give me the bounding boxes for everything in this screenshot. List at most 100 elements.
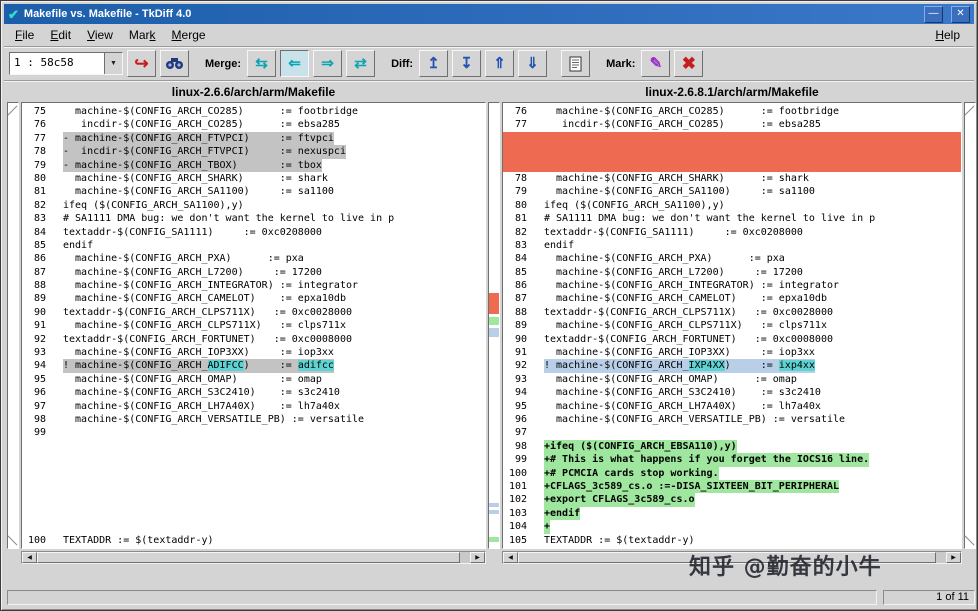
- left-vertical-scrollbar[interactable]: [7, 102, 19, 549]
- right-arrow-icon: ⇒: [321, 55, 334, 72]
- diff-line: 93 machine-$(CONFIG_ARCH_OMAP) := omap: [514, 373, 797, 385]
- diff-count-indicator: 1 of 11: [883, 590, 975, 605]
- diff-line: 100 +# PCMCIA cards stop working.: [508, 466, 719, 480]
- set-mark-button[interactable]: ✎: [641, 50, 671, 77]
- diff-line: 97 machine-$(CONFIG_ARCH_LH7A40X) := lh7…: [33, 400, 340, 412]
- previous-diff-button[interactable]: ⇑: [485, 50, 515, 77]
- menu-edit[interactable]: Edit: [42, 25, 79, 45]
- diff-map[interactable]: [488, 102, 500, 549]
- map-add-marker: [489, 317, 499, 325]
- scroll-left-icon[interactable]: ◀: [22, 552, 37, 563]
- diff-line: 92! machine-$(CONFIG_ARCH_IXP4XX) := ixp…: [514, 359, 815, 373]
- map-change-marker: [489, 503, 499, 507]
- diff-line: 80 ifeq ($(CONFIG_ARCH_SA1100),y): [514, 199, 725, 211]
- up-arrow-icon: ⇑: [493, 55, 506, 72]
- titlebar: ✔ Makefile vs. Makefile - TkDiff 4.0 — ✕: [4, 4, 974, 24]
- down-arrow-icon: ⇓: [526, 55, 539, 72]
- view-indicator: [964, 535, 975, 546]
- mark-label: Mark:: [606, 57, 636, 70]
- diff-line: 79 machine-$(CONFIG_ARCH_SA1100) := sa11…: [514, 186, 815, 198]
- diff-line: 94! machine-$(CONFIG_ARCH_ADIFCC) := adi…: [33, 359, 334, 373]
- close-button[interactable]: ✕: [951, 5, 970, 23]
- next-diff-button[interactable]: ⇓: [518, 50, 548, 77]
- diff-line: 91 machine-$(CONFIG_ARCH_IOP3XX) := iop3…: [514, 347, 815, 359]
- diff-line: 89 machine-$(CONFIG_ARCH_CAMELOT) := epx…: [33, 293, 346, 305]
- watermark: 知乎 @勤奋的小牛: [689, 555, 882, 580]
- merge-right-button[interactable]: ⇒: [313, 50, 343, 77]
- diff-line: 86 machine-$(CONFIG_ARCH_INTEGRATOR) := …: [514, 280, 840, 292]
- right-diff-pane[interactable]: 76 machine-$(CONFIG_ARCH_CO285) := footb…: [502, 102, 962, 549]
- scroll-right-icon[interactable]: ▶: [470, 552, 485, 563]
- diff-line: 96 machine-$(CONFIG_ARCH_VERSATILE_PB) :…: [514, 413, 846, 425]
- merge-left-button[interactable]: ⇐: [280, 50, 310, 77]
- merge-both-button[interactable]: ⇆: [247, 50, 277, 77]
- diff-line: 94 machine-$(CONFIG_ARCH_S3C2410) := s3c…: [514, 387, 821, 399]
- diff-line: 76 incdir-$(CONFIG_ARCH_CO285) := ebsa28…: [33, 119, 340, 131]
- diff-line: [503, 158, 961, 172]
- diff-report-button[interactable]: [561, 50, 591, 77]
- window-title: Makefile vs. Makefile - TkDiff 4.0: [23, 8, 192, 20]
- menubar: File Edit View Mark Merge Help: [4, 24, 974, 47]
- view-indicator: [964, 105, 975, 116]
- diff-line: 103 +endif: [508, 506, 581, 521]
- diff-label: Diff:: [391, 57, 414, 70]
- left-diff-pane[interactable]: 75 machine-$(CONFIG_ARCH_CO285) := footb…: [21, 102, 486, 549]
- diff-line: 78 machine-$(CONFIG_ARCH_SHARK) := shark: [514, 172, 809, 184]
- diff-selector-combo[interactable]: 1 : 58c58 ▼: [9, 52, 123, 75]
- diff-selector-value: 1 : 58c58: [14, 56, 74, 69]
- diff-line: 84 machine-$(CONFIG_ARCH_PXA) := pxa: [514, 253, 785, 265]
- diff-line: 82 ifeq ($(CONFIG_ARCH_SA1100),y): [33, 199, 244, 211]
- diff-line: 98 machine-$(CONFIG_ARCH_VERSATILE_PB) :…: [33, 413, 365, 425]
- menu-view[interactable]: View: [79, 25, 121, 45]
- minimize-button[interactable]: —: [924, 5, 943, 23]
- diff-line: 99: [33, 427, 46, 439]
- pencil-icon: ✎: [649, 55, 663, 72]
- status-message-area: [7, 590, 877, 605]
- diff-line: 87 machine-$(CONFIG_ARCH_CAMELOT) := epx…: [514, 293, 827, 305]
- diff-line: 100 TEXTADDR := $(textaddr-y): [27, 534, 214, 546]
- diff-line: 79- machine-$(CONFIG_ARCH_TBOX) := tbox: [33, 158, 322, 172]
- diff-line: [22, 440, 485, 453]
- right-vertical-scrollbar[interactable]: [964, 102, 976, 549]
- diff-line: [22, 520, 485, 533]
- scrollbar-thumb[interactable]: [37, 552, 460, 563]
- right-diff-lines: 76 machine-$(CONFIG_ARCH_CO285) := footb…: [503, 105, 961, 547]
- diff-line: 84 textaddr-$(CONFIG_SA1111) := 0xc020800…: [33, 226, 322, 238]
- center-diff-button[interactable]: ↪: [127, 50, 156, 77]
- first-diff-button[interactable]: ↥: [419, 50, 449, 77]
- find-button[interactable]: [160, 50, 189, 77]
- scroll-left-icon[interactable]: ◀: [503, 552, 518, 563]
- merge-label: Merge:: [205, 57, 242, 70]
- diff-line: [503, 145, 961, 159]
- diff-line: 85 endif: [33, 239, 94, 251]
- diff-line: 85 machine-$(CONFIG_ARCH_L7200) := 17200: [514, 266, 803, 278]
- diff-line: 77- machine-$(CONFIG_ARCH_FTVPCI) := ftv…: [33, 131, 334, 146]
- up-arrow-bar-icon: ↥: [427, 55, 440, 72]
- diff-line: 99 +# This is what happens if you forget …: [514, 453, 870, 467]
- chevron-down-icon[interactable]: ▼: [104, 53, 122, 74]
- left-arrow-icon: ⇐: [288, 55, 301, 72]
- tkdiff-window: ✔ Makefile vs. Makefile - TkDiff 4.0 — ✕…: [0, 0, 978, 611]
- diff-line: 82 textaddr-$(CONFIG_SA1111) := 0xc020800…: [514, 226, 803, 238]
- diff-line: 90 textaddr-$(CONFIG_ARCH_FORTUNET) := 0x…: [514, 333, 833, 345]
- swap-arrows-icon: ⇄: [354, 55, 367, 72]
- scroll-right-icon[interactable]: ▶: [946, 552, 961, 563]
- menu-file[interactable]: File: [7, 25, 42, 45]
- clear-mark-button[interactable]: ✖: [674, 50, 704, 77]
- diff-line: 89 machine-$(CONFIG_ARCH_CLPS711X) := cl…: [514, 320, 827, 332]
- diff-line: 101 +CFLAGS_3c589_cs.o :=-DISA_SIXTEEN_BI…: [508, 479, 840, 494]
- app-icon: ✔: [8, 6, 19, 22]
- menu-mark[interactable]: Mark: [121, 25, 164, 45]
- menu-merge[interactable]: Merge: [164, 25, 214, 45]
- diff-line: 88 textaddr-$(CONFIG_ARCH_CLPS711X) := 0x…: [514, 306, 833, 318]
- down-arrow-bar-icon: ↧: [460, 55, 473, 72]
- left-horizontal-scrollbar[interactable]: ◀ ▶: [21, 551, 486, 564]
- diff-line: 78- incdir-$(CONFIG_ARCH_FTVPCI) := nexu…: [33, 145, 346, 159]
- last-diff-button[interactable]: ↧: [452, 50, 482, 77]
- diff-line: [22, 467, 485, 480]
- diff-line: 104 +: [508, 520, 551, 534]
- map-add-marker: [489, 537, 499, 542]
- menu-help[interactable]: Help: [927, 25, 968, 45]
- merge-swap-button[interactable]: ⇄: [346, 50, 376, 77]
- view-indicator: [7, 535, 18, 546]
